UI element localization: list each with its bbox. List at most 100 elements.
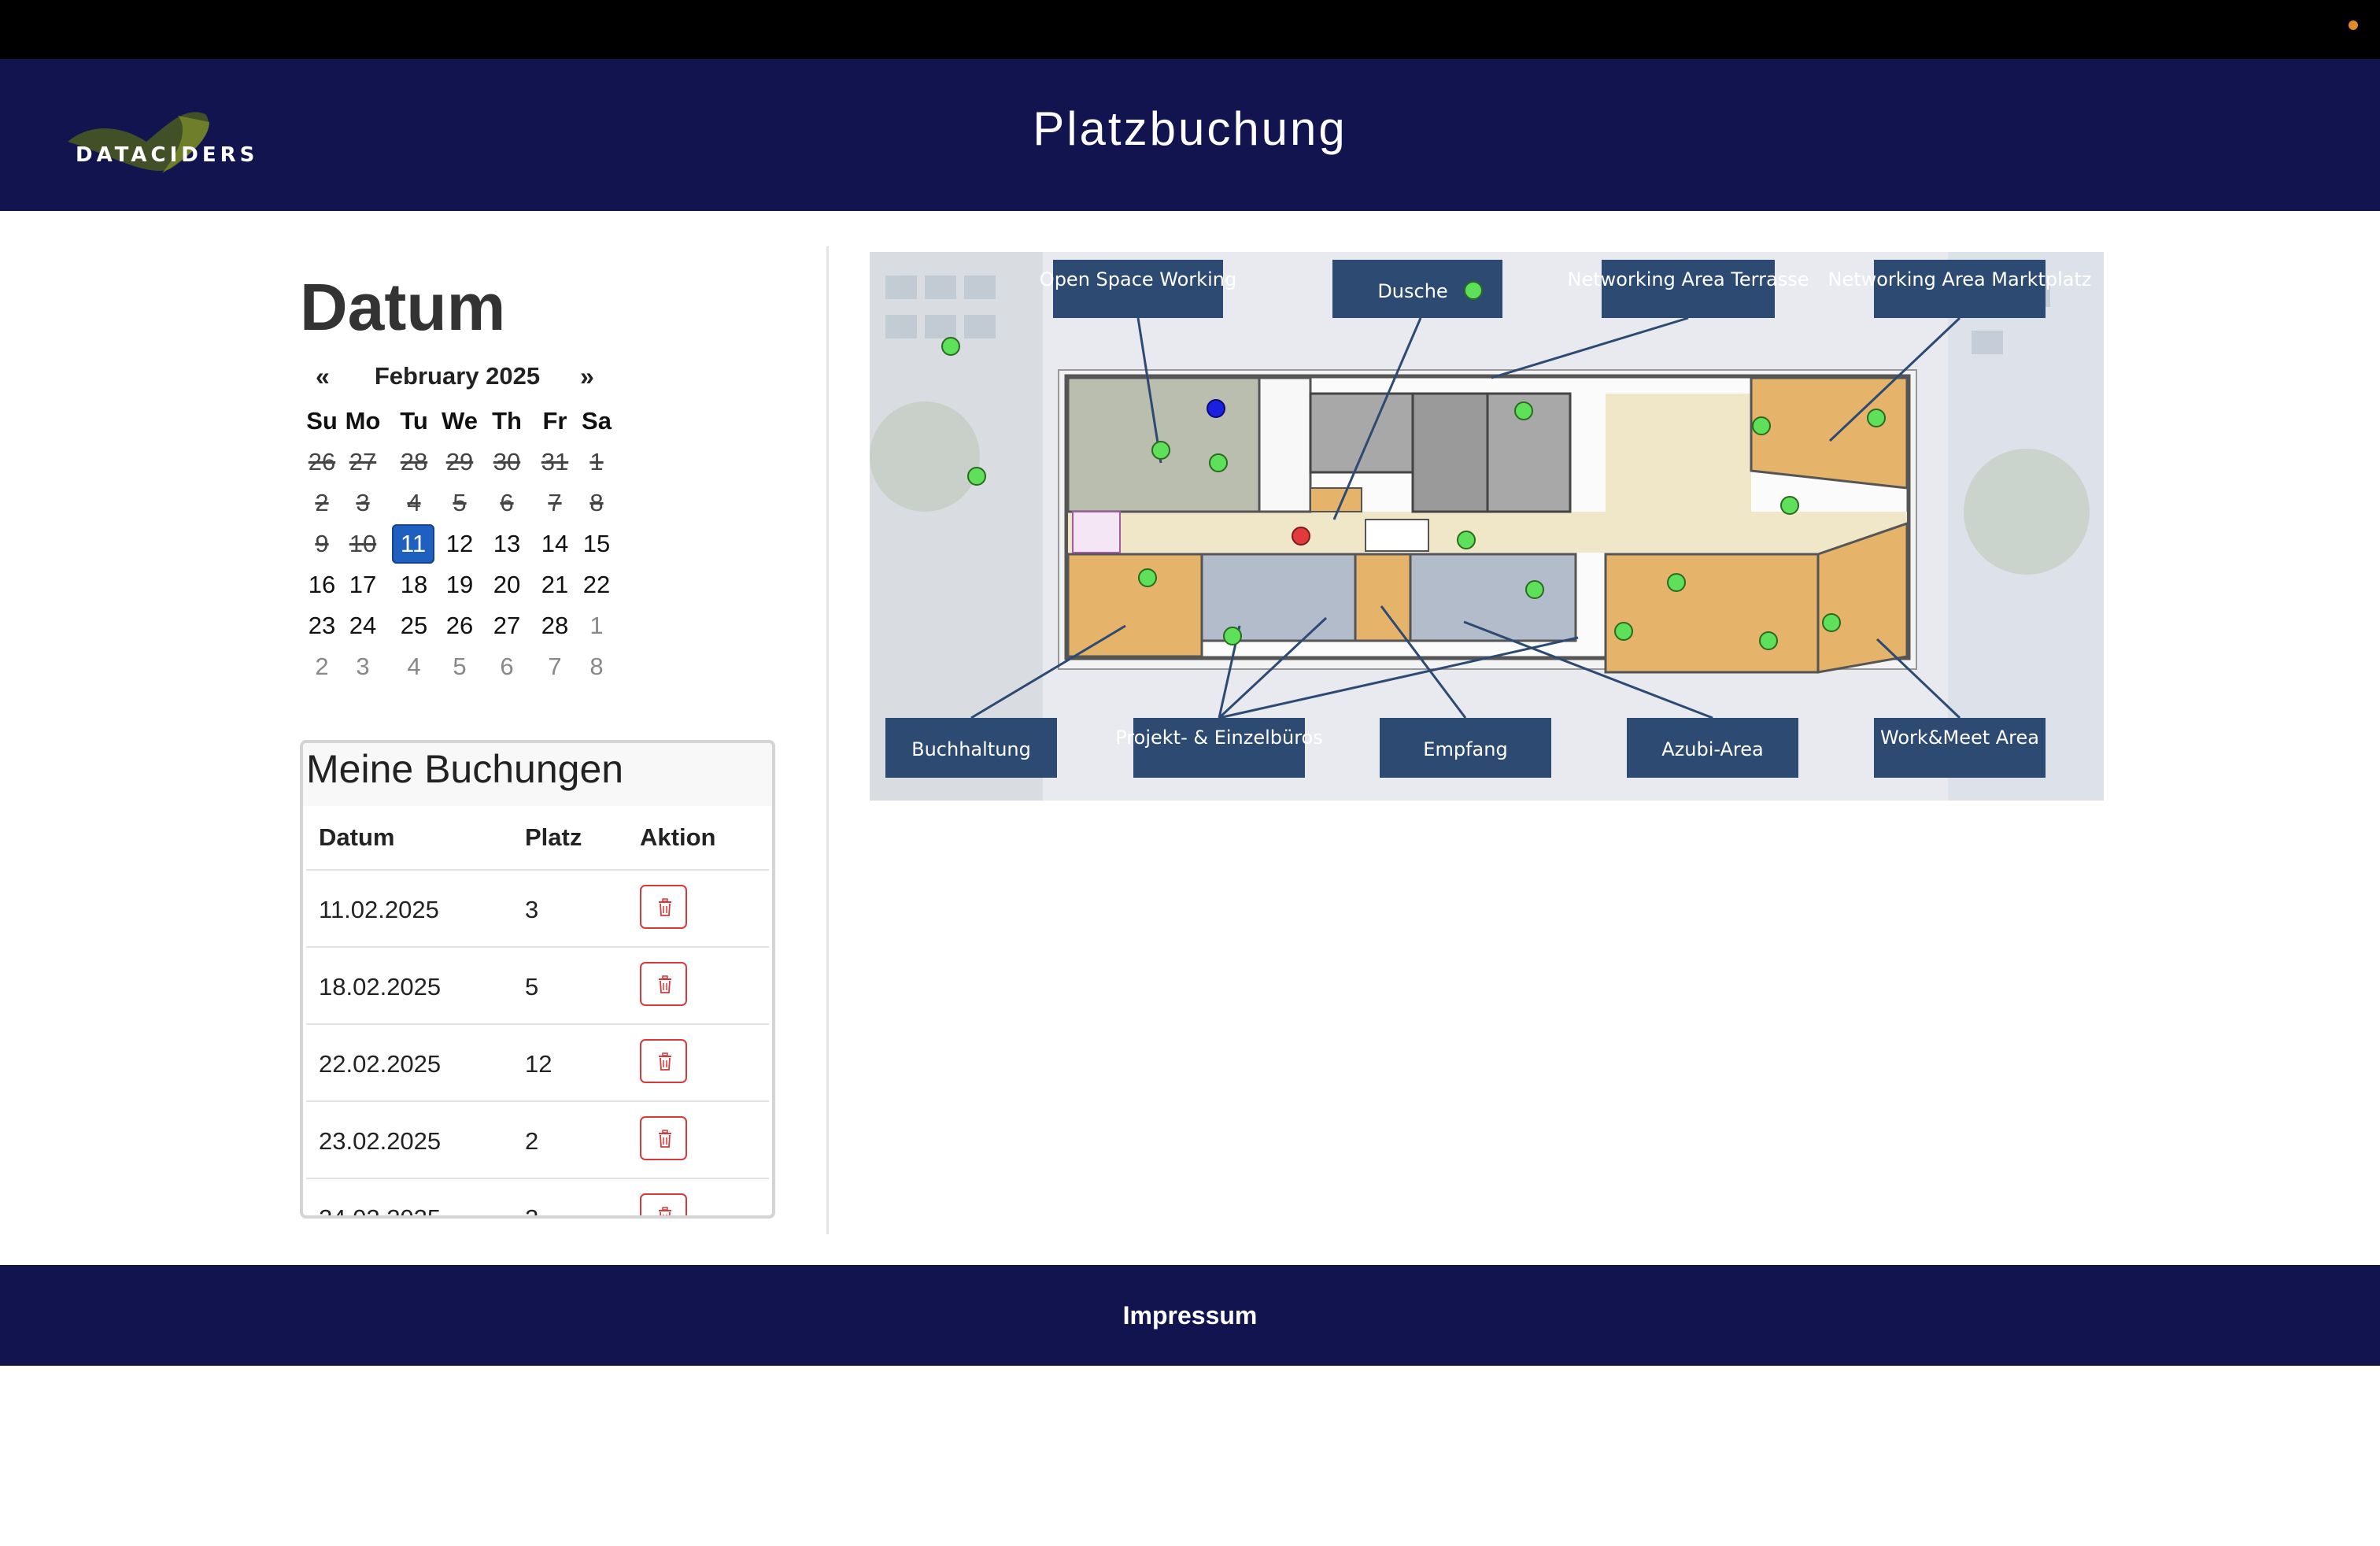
trash-icon	[659, 1207, 671, 1215]
seat-marker	[1822, 613, 1841, 632]
calendar-day[interactable]: 7	[533, 647, 577, 686]
calendar-day: 27	[349, 448, 377, 475]
svg-text:Projekt- & Einzelbüros: Projekt- & Einzelbüros	[1115, 727, 1323, 749]
calendar-day[interactable]: 20	[485, 565, 529, 605]
table-row: 18.02.2025 5	[306, 948, 769, 1025]
weekday-header: Sa	[582, 407, 612, 435]
floor-plan: Open Space Working Dusche Networking Are…	[870, 252, 2104, 801]
booking-seat: 12	[525, 1050, 552, 1078]
delete-booking-button[interactable]	[640, 885, 687, 929]
booking-date: 23.02.2025	[319, 1127, 442, 1155]
calendar-nav: « February 2025 »	[300, 362, 615, 398]
seat-marker	[1209, 453, 1228, 472]
calendar-day[interactable]: 22	[575, 565, 619, 605]
calendar-day[interactable]: 24	[341, 606, 385, 645]
booking-seat: 2	[525, 1204, 539, 1219]
seat-marker	[1514, 401, 1533, 420]
seat-marker	[1667, 573, 1686, 592]
svg-text:Buchhaltung: Buchhaltung	[911, 738, 1031, 760]
calendar-day[interactable]: 14	[533, 524, 577, 564]
dusche-legend-dot	[1464, 281, 1483, 300]
app-header: DATACIDERS Platzbuchung	[0, 59, 2380, 211]
calendar-day: 2	[315, 489, 329, 516]
svg-text:Empfang: Empfang	[1423, 738, 1507, 760]
seat-marker	[1151, 441, 1170, 460]
calendar-day: 9	[315, 530, 329, 557]
calendar-day: 6	[500, 489, 514, 516]
calendar-day: 31	[541, 448, 569, 475]
date-heading: Datum	[300, 270, 506, 344]
calendar-day: 7	[548, 489, 562, 516]
seat-marker	[967, 467, 986, 486]
weekday-header: Mo	[345, 407, 381, 435]
calendar-day[interactable]: 1	[575, 606, 619, 645]
weekday-header: Th	[492, 407, 522, 435]
booking-seat: 3	[525, 896, 539, 923]
svg-text:Open Space Working: Open Space Working	[1040, 268, 1236, 290]
booking-date: 18.02.2025	[319, 973, 442, 1000]
calendar-day: 4	[407, 489, 421, 516]
delete-booking-button[interactable]	[640, 1193, 687, 1215]
calendar-day[interactable]: 16	[300, 565, 344, 605]
calendar-day[interactable]: 6	[485, 647, 529, 686]
calendar-day[interactable]: 3	[341, 647, 385, 686]
next-month-button[interactable]: »	[580, 362, 594, 391]
table-row: 22.02.2025 12	[306, 1025, 769, 1102]
footer: Impressum	[0, 1265, 2380, 1366]
my-bookings-panel: Meine Buchungen Datum Platz Aktion 11.02…	[300, 740, 775, 1219]
calendar-day[interactable]: 2	[300, 647, 344, 686]
calendar-day: 26	[308, 448, 336, 475]
calendar-day-selected[interactable]: 11	[392, 524, 434, 564]
calendar-day: 8	[589, 489, 604, 516]
weekday-header: Su	[306, 407, 338, 435]
table-row: 24.02.2025 2	[306, 1179, 769, 1219]
seat-marker	[1759, 631, 1778, 650]
system-topbar	[0, 0, 2380, 59]
seat-marker	[1457, 531, 1476, 549]
weekday-header: Tu	[400, 407, 428, 435]
bookings-title: Meine Buchungen	[303, 743, 772, 806]
delete-booking-button[interactable]	[640, 1039, 687, 1083]
seat-marker-booked	[1292, 527, 1310, 546]
impressum-link[interactable]: Impressum	[0, 1301, 2380, 1330]
seat-marker	[1138, 568, 1157, 587]
svg-text:Networking Area Terrasse: Networking Area Terrasse	[1568, 268, 1809, 290]
calendar-day[interactable]: 26	[438, 606, 482, 645]
seat-marker	[1867, 409, 1886, 427]
trash-icon	[659, 975, 671, 993]
weekday-header: Fr	[542, 407, 567, 435]
calendar-day[interactable]: 4	[392, 647, 436, 686]
trash-icon	[659, 1130, 671, 1148]
svg-text:Work&Meet Area: Work&Meet Area	[1880, 727, 2039, 749]
seat-marker	[941, 337, 960, 356]
calendar-day[interactable]: 25	[392, 606, 436, 645]
calendar-day[interactable]: 19	[438, 565, 482, 605]
delete-booking-button[interactable]	[640, 1116, 687, 1160]
floor-plan-svg: Open Space Working Dusche Networking Are…	[870, 252, 2104, 801]
calendar-day[interactable]: 21	[533, 565, 577, 605]
calendar-day: 5	[453, 489, 467, 516]
svg-text:Azubi-Area: Azubi-Area	[1661, 738, 1764, 760]
calendar-day[interactable]: 27	[485, 606, 529, 645]
column-header-action: Aktion	[640, 823, 716, 851]
calendar-day[interactable]: 23	[300, 606, 344, 645]
page-title: Platzbuchung	[1033, 102, 1347, 155]
booking-seat: 2	[525, 1127, 539, 1155]
calendar-day[interactable]: 18	[392, 565, 436, 605]
calendar-day: 10	[349, 530, 377, 557]
seat-marker	[1223, 627, 1242, 645]
calendar-day[interactable]: 28	[533, 606, 577, 645]
status-dot	[2349, 20, 2358, 30]
calendar-day[interactable]: 13	[485, 524, 529, 564]
calendar-day[interactable]: 8	[575, 647, 619, 686]
calendar-day[interactable]: 12	[438, 524, 482, 564]
weekday-header: We	[442, 407, 478, 435]
table-row: 23.02.2025 2	[306, 1102, 769, 1179]
calendar-day[interactable]: 17	[341, 565, 385, 605]
calendar-day[interactable]: 5	[438, 647, 482, 686]
delete-booking-button[interactable]	[640, 962, 687, 1006]
month-label: February 2025	[374, 362, 541, 390]
booking-date: 24.02.2025	[319, 1204, 442, 1219]
calendar-day: 3	[356, 489, 370, 516]
calendar-day[interactable]: 15	[575, 524, 619, 564]
